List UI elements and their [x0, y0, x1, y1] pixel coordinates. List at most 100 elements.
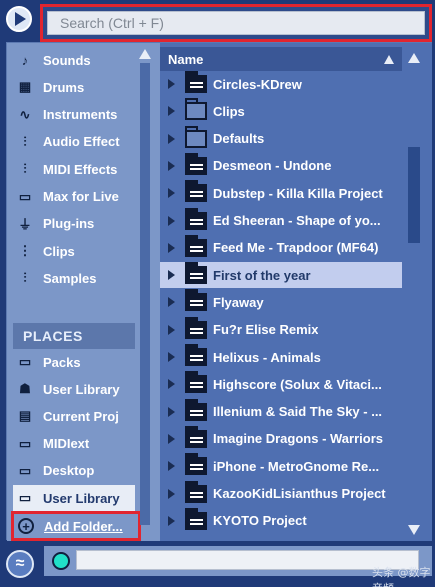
file-row[interactable]: Circles-KDrew — [160, 71, 402, 97]
project-folder-icon — [185, 289, 207, 312]
sidebar-scrollbar[interactable] — [137, 49, 153, 539]
scroll-up-arrow-icon[interactable] — [139, 49, 151, 59]
category-label: Audio Effect — [43, 134, 120, 150]
file-row[interactable]: iPhone - MetroGnome Re... — [160, 453, 402, 479]
expand-arrow-icon[interactable] — [168, 79, 175, 89]
category-label: MIDI Effects — [43, 161, 118, 177]
groove-pool-toggle-button[interactable]: ≈ — [6, 550, 34, 578]
expand-arrow-icon[interactable] — [168, 352, 175, 362]
category-item[interactable]: ⫶ MIDI Effects — [13, 156, 135, 182]
place-item[interactable]: ▭ Desktop — [13, 458, 135, 484]
project-folder-icon — [185, 316, 207, 339]
file-name: Flyaway — [213, 294, 264, 310]
preview-headphones-icon[interactable] — [52, 552, 70, 570]
file-row[interactable]: Desmeon - Undone — [160, 152, 402, 179]
search-box — [40, 4, 432, 42]
expand-arrow-icon[interactable] — [168, 433, 175, 444]
project-folder-icon — [185, 71, 207, 93]
file-row[interactable]: Dubstep - Killa Killa Project — [160, 180, 402, 206]
add-folder-button[interactable]: + Add Folder... — [11, 511, 141, 541]
file-row[interactable]: Ed Sheeran - Shape of yo... — [160, 207, 402, 234]
scroll-up-arrow-icon[interactable] — [408, 53, 420, 63]
expand-arrow-icon[interactable] — [168, 379, 175, 390]
watermark: 头条 @数字音频 — [372, 566, 431, 587]
place-label: User Library — [43, 381, 120, 397]
file-row[interactable]: First of the year — [160, 262, 402, 289]
category-item[interactable]: ♪ Sounds — [13, 47, 135, 73]
file-name: Imagine Dragons - Warriors — [213, 431, 383, 447]
expand-arrow-icon[interactable] — [168, 406, 175, 417]
place-label: Desktop — [43, 463, 95, 479]
file-row[interactable]: Clips — [160, 98, 402, 124]
search-input[interactable] — [47, 11, 425, 35]
category-label: Plug-ins — [43, 216, 95, 232]
file-row[interactable]: Defaults — [160, 125, 402, 152]
category-item[interactable]: ▭ Max for Live — [13, 184, 135, 210]
place-item[interactable]: ▤ Current Proj — [13, 403, 135, 429]
browser-window: ♪ Sounds ▦ Drums ∿ Instruments ⫶ Audio Effect ⫶ M… — [0, 0, 435, 587]
project-folder-icon — [185, 507, 207, 530]
expand-arrow-icon[interactable] — [168, 461, 175, 472]
file-row[interactable]: Helixus - Animals — [160, 344, 402, 370]
grid-icon: ▦ — [18, 79, 32, 95]
packs-icon: ▭ — [18, 354, 32, 369]
note-icon: ♪ — [21, 52, 29, 68]
file-name: Dubstep - Killa Killa Project — [213, 185, 383, 201]
file-row[interactable]: Imagine Dragons - Warriors — [160, 425, 402, 452]
expand-arrow-icon[interactable] — [168, 488, 175, 499]
project-folder-icon — [185, 425, 207, 448]
category-label: Clips — [43, 243, 75, 259]
category-item[interactable]: ▦ Drums — [13, 74, 135, 100]
scroll-down-arrow-icon[interactable] — [408, 525, 420, 535]
file-row[interactable]: Flyaway — [160, 289, 402, 315]
category-item[interactable]: ∿ Instruments — [13, 102, 135, 128]
expand-arrow-icon[interactable] — [168, 215, 175, 226]
category-label: Sounds — [43, 52, 91, 68]
file-row[interactable]: Highscore (Solux & Vitaci... — [160, 371, 402, 397]
file-row[interactable]: KazooKidLisianthus Project — [160, 480, 402, 507]
category-item[interactable]: ⋮ Clips — [13, 238, 135, 264]
expand-arrow-icon[interactable] — [168, 106, 175, 117]
file-row[interactable]: Fu?r Elise Remix — [160, 316, 402, 343]
project-folder-icon — [185, 180, 207, 203]
max-icon: ▭ — [18, 188, 32, 204]
preview-waveform — [76, 550, 419, 570]
project-folder-icon — [185, 371, 207, 394]
project-folder-icon — [185, 234, 207, 257]
place-item[interactable]: ▭ User Library — [13, 485, 135, 511]
expand-arrow-icon[interactable] — [168, 188, 175, 199]
expand-arrow-icon[interactable] — [168, 133, 175, 144]
place-item[interactable]: ☗ User Library — [13, 376, 135, 402]
file-row[interactable]: KYOTO Project — [160, 507, 402, 534]
category-item[interactable]: ⫶ Audio Effect — [13, 129, 135, 155]
category-item[interactable]: ⫶ Samples — [13, 265, 135, 291]
file-name: Defaults — [213, 131, 265, 147]
scroll-thumb[interactable] — [408, 147, 420, 243]
scroll-track[interactable] — [140, 63, 150, 525]
file-name: KYOTO Project — [213, 513, 307, 529]
file-row[interactable]: Illenium & Said The Sky - ... — [160, 398, 402, 425]
expand-arrow-icon[interactable] — [168, 324, 175, 335]
clip-icon: ⋮ — [18, 243, 32, 259]
name-column-header[interactable]: Name — [160, 47, 402, 71]
file-name: Desmeon - Undone — [213, 158, 332, 174]
expand-arrow-icon[interactable] — [168, 297, 175, 308]
project-folder-icon — [185, 398, 207, 421]
sidebar: ♪ Sounds ▦ Drums ∿ Instruments ⫶ Audio Effect ⫶ M… — [7, 43, 160, 541]
expand-arrow-icon[interactable] — [168, 242, 175, 253]
places-header: PLACES — [13, 323, 135, 349]
category-item[interactable]: ⏚ Plug-ins — [13, 211, 135, 237]
file-browser: Name Circles-KDrew Clips Defaults Desmeon -… — [160, 43, 432, 541]
play-triangle-icon — [15, 12, 26, 26]
expand-arrow-icon[interactable] — [168, 270, 175, 281]
browser-toggle-button[interactable] — [6, 6, 32, 32]
project-folder-icon — [185, 453, 207, 476]
place-item[interactable]: ▭ MIDIext — [13, 431, 135, 457]
expand-arrow-icon[interactable] — [168, 160, 175, 171]
project-icon: ▤ — [18, 408, 32, 424]
expand-arrow-icon[interactable] — [168, 515, 175, 526]
place-item[interactable]: ▭ Packs — [13, 349, 135, 375]
place-label: User Library — [43, 490, 120, 506]
folder-icon — [185, 125, 207, 148]
file-row[interactable]: Feed Me - Trapdoor (MF64) — [160, 234, 402, 261]
